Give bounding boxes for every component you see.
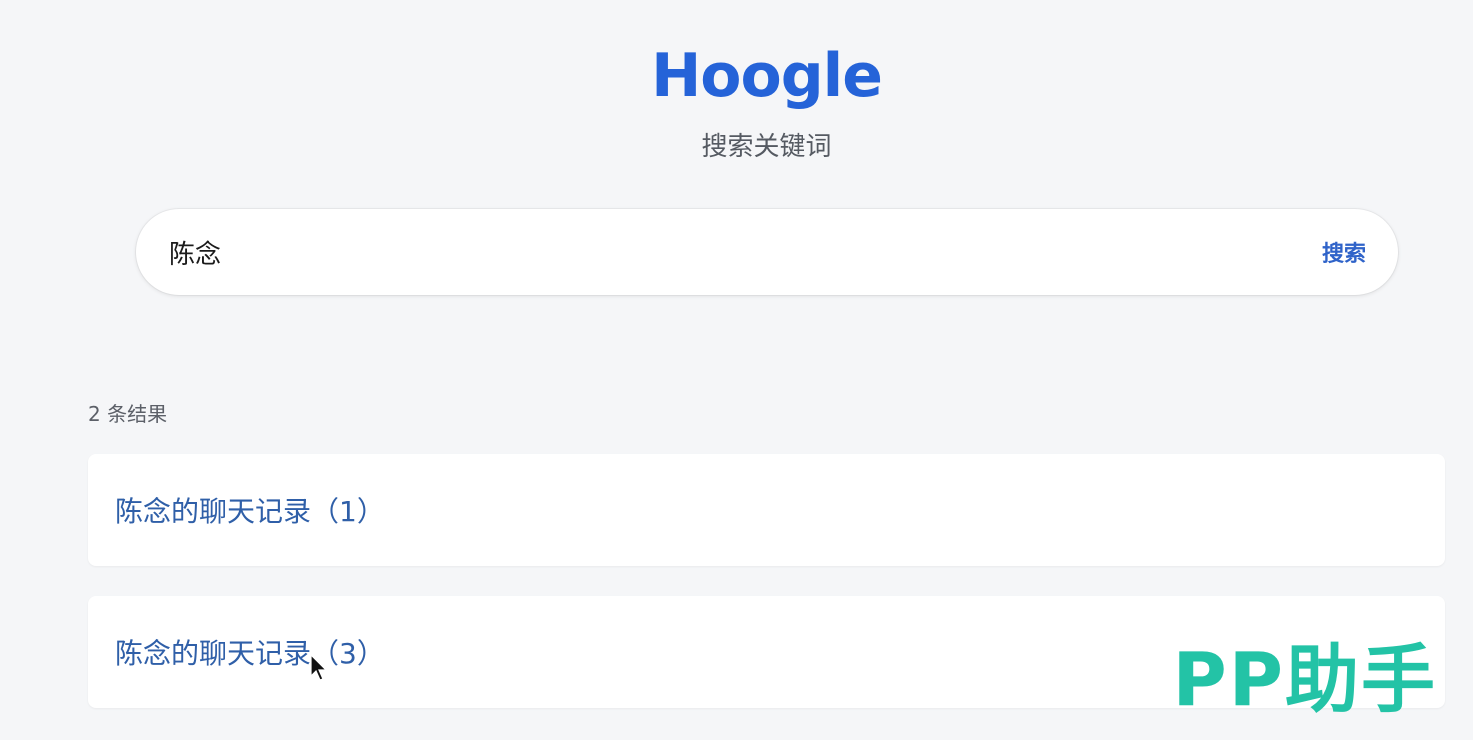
search-button[interactable]: 搜索	[1320, 230, 1368, 274]
search-bar: 搜索	[136, 209, 1398, 295]
result-count: 2 条结果	[88, 402, 168, 426]
watermark-logo: PP助手	[1172, 637, 1437, 723]
result-title-link[interactable]: 陈念的聊天记录（3）	[115, 632, 385, 672]
mouse-pointer-icon	[310, 654, 328, 681]
search-page: Hoogle 搜索关键词 搜索 2 条结果 陈念的聊天记录（1） 陈念的聊天记录…	[0, 0, 1473, 740]
search-input[interactable]	[136, 222, 1320, 282]
logo: Hoogle	[651, 41, 883, 111]
result-card[interactable]: 陈念的聊天记录（1）	[88, 454, 1445, 566]
result-title-link[interactable]: 陈念的聊天记录（1）	[115, 490, 385, 530]
page-subtitle: 搜索关键词	[701, 132, 832, 162]
